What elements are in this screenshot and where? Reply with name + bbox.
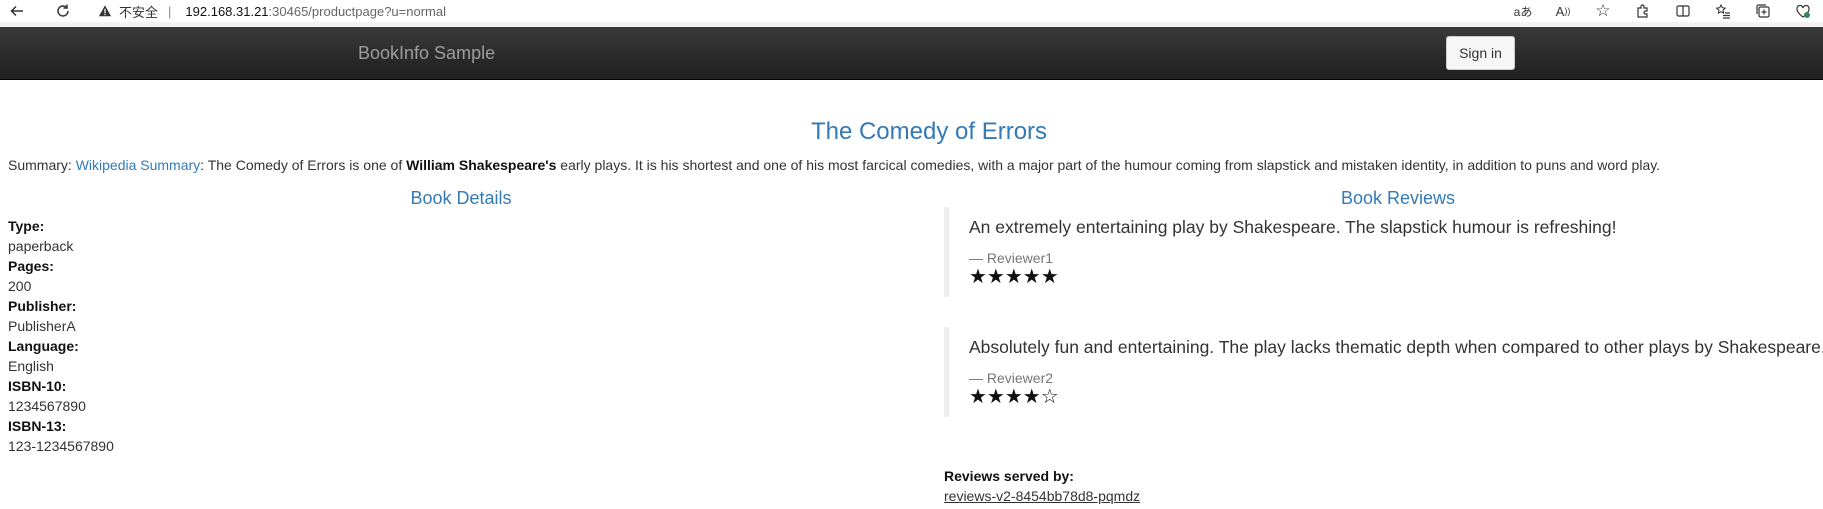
summary-text-1: : The Comedy of Errors is one of xyxy=(200,157,407,173)
pages-value: 200 xyxy=(8,278,32,294)
type-label: Type: xyxy=(8,218,45,234)
pages-label: Pages: xyxy=(8,258,54,274)
review-text: Absolutely fun and entertaining. The pla… xyxy=(969,337,1823,357)
insecure-label[interactable]: 不安全 xyxy=(119,2,158,21)
summary-prefix: Summary: xyxy=(8,157,76,173)
review-item: An extremely entertaining play by Shakes… xyxy=(944,207,1823,297)
star-rating: ★★★★★ xyxy=(969,266,1059,288)
summary-text-2: early plays. It is his shortest and one … xyxy=(556,157,1661,173)
type-value: paperback xyxy=(8,238,74,254)
back-arrow-icon[interactable] xyxy=(2,0,32,22)
reviewer-name: — Reviewer1 xyxy=(969,250,1054,266)
book-details-heading: Book Details xyxy=(410,188,512,208)
favorites-list-icon[interactable] xyxy=(1703,0,1743,22)
brand-link[interactable]: BookInfo Sample xyxy=(358,43,495,64)
isbn13-value: 123-1234567890 xyxy=(8,438,114,454)
review-text: An extremely entertaining play by Shakes… xyxy=(969,217,1617,237)
language-value: English xyxy=(8,358,54,374)
book-title: The Comedy of Errors xyxy=(810,118,1048,145)
reload-icon[interactable] xyxy=(48,0,78,22)
heart-health-icon[interactable] xyxy=(1783,0,1823,22)
isbn10-value: 1234567890 xyxy=(8,398,86,414)
reviewer-name: — Reviewer2 xyxy=(969,370,1054,386)
address-separator: | xyxy=(168,3,172,19)
browser-toolbar-icons: aあ A)) ☆ xyxy=(1503,0,1823,22)
url-path[interactable]: :30465/productpage?u=normal xyxy=(269,4,446,19)
read-aloud-icon[interactable]: A)) xyxy=(1543,0,1583,22)
book-summary: Summary: Wikipedia Summary: The Comedy o… xyxy=(8,157,1660,173)
wikipedia-summary-link[interactable]: Wikipedia Summary xyxy=(76,157,200,173)
warning-icon[interactable] xyxy=(98,4,112,18)
reviews-served-by-label: Reviews served by: xyxy=(944,468,1074,484)
puzzle-icon[interactable] xyxy=(1623,0,1663,22)
top-navbar: BookInfo Sample Sign in xyxy=(0,27,1823,80)
summary-author: William Shakespeare's xyxy=(406,157,557,173)
sign-in-button[interactable]: Sign in xyxy=(1446,36,1515,70)
collections-icon[interactable] xyxy=(1743,0,1783,22)
reviews-pod-link[interactable]: reviews-v2-8454bb78d8-pqmdz xyxy=(944,488,1140,504)
book-details-list: Type: paperback Pages: 200 Publisher: Pu… xyxy=(8,216,114,456)
browser-toolbar: 不安全 | 192.168.31.21 :30465/productpage?u… xyxy=(0,0,1823,22)
split-screen-icon[interactable] xyxy=(1663,0,1703,22)
translate-icon[interactable]: aあ xyxy=(1503,0,1543,22)
publisher-value: PublisherA xyxy=(8,318,76,334)
isbn10-label: ISBN-10: xyxy=(8,378,67,394)
language-label: Language: xyxy=(8,338,79,354)
address-bar[interactable]: 不安全 | 192.168.31.21 :30465/productpage?u… xyxy=(98,0,446,22)
isbn13-label: ISBN-13: xyxy=(8,418,67,434)
star-outline-icon[interactable]: ☆ xyxy=(1583,0,1623,22)
publisher-label: Publisher: xyxy=(8,298,77,314)
main-content: The Comedy of Errors Summary: Wikipedia … xyxy=(0,80,1823,509)
review-item: Absolutely fun and entertaining. The pla… xyxy=(944,327,1823,417)
url-host[interactable]: 192.168.31.21 xyxy=(185,4,268,19)
book-reviews-heading: Book Reviews xyxy=(1340,188,1456,208)
star-rating: ★★★★☆ xyxy=(969,386,1059,408)
